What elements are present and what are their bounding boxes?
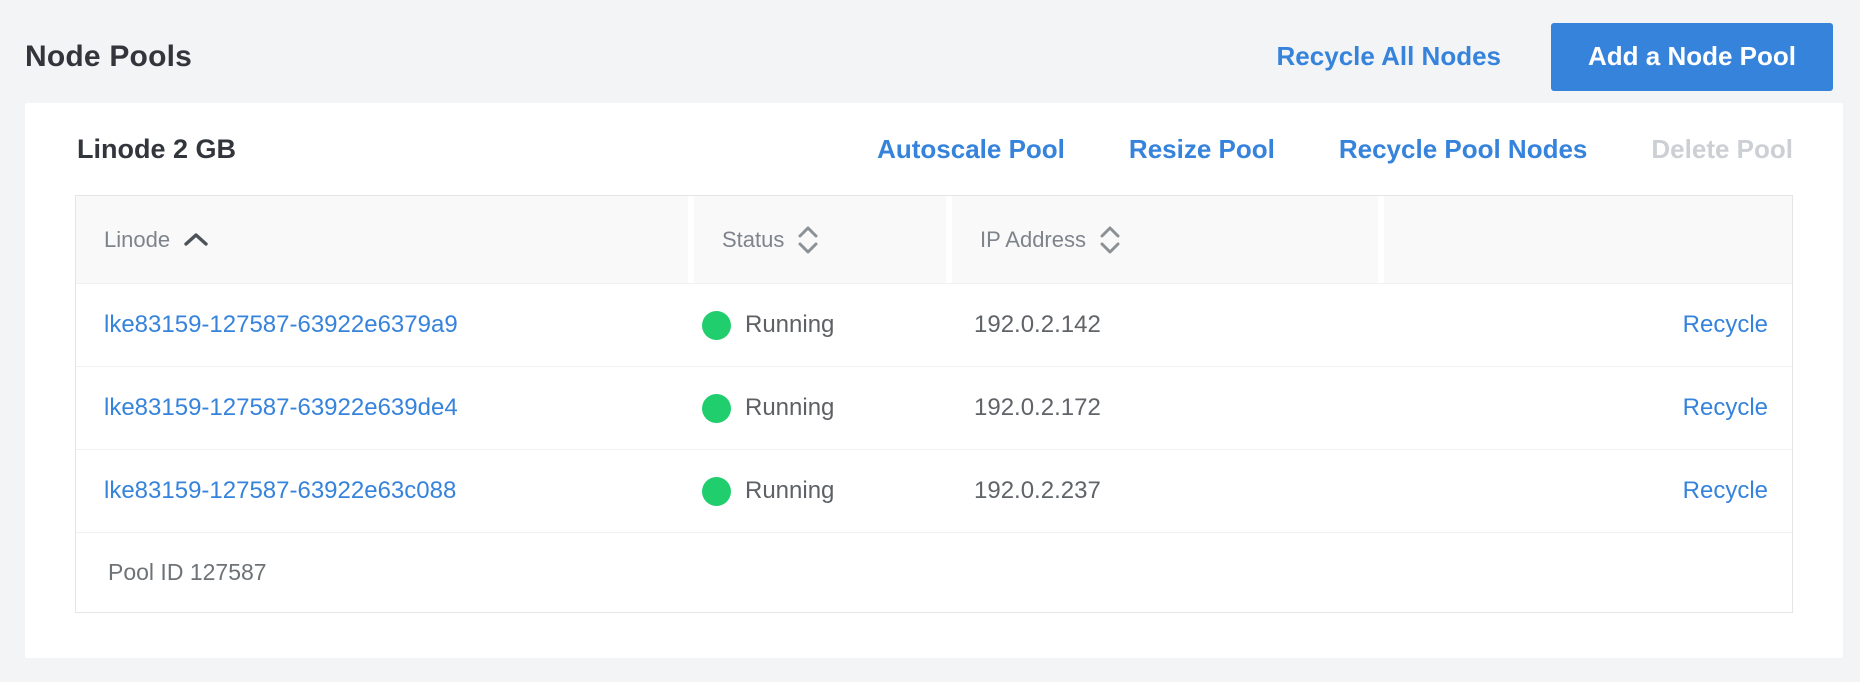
resize-pool-button[interactable]: Resize Pool bbox=[1129, 134, 1275, 165]
recycle-node-button[interactable]: Recycle bbox=[1683, 311, 1768, 339]
column-header-linode[interactable]: Linode bbox=[76, 196, 688, 283]
green-dot-icon bbox=[702, 477, 731, 506]
chevron-up-icon bbox=[183, 232, 209, 248]
delete-pool-button-disabled: Delete Pool bbox=[1651, 134, 1793, 165]
chevron-up-down-icon bbox=[797, 225, 819, 255]
recycle-all-nodes-button[interactable]: Recycle All Nodes bbox=[1277, 41, 1501, 72]
pool-card-header: Linode 2 GB Autoscale Pool Resize Pool R… bbox=[25, 103, 1843, 195]
column-header-ip-address[interactable]: IP Address bbox=[946, 196, 1378, 283]
pool-id-footer: Pool ID 127587 bbox=[76, 532, 1792, 612]
add-node-pool-button[interactable]: Add a Node Pool bbox=[1551, 23, 1833, 91]
recycle-node-button[interactable]: Recycle bbox=[1683, 394, 1768, 422]
green-dot-icon bbox=[702, 311, 731, 340]
table-row: lke83159-127587-63922e6379a9 Running 192… bbox=[76, 283, 1792, 366]
ip-address: 192.0.2.172 bbox=[974, 394, 1101, 422]
node-link[interactable]: lke83159-127587-63922e63c088 bbox=[104, 477, 456, 505]
table-row: lke83159-127587-63922e63c088 Running 192… bbox=[76, 449, 1792, 532]
pool-actions: Autoscale Pool Resize Pool Recycle Pool … bbox=[877, 134, 1793, 165]
node-pool-card: Linode 2 GB Autoscale Pool Resize Pool R… bbox=[25, 103, 1843, 658]
table-header-row: Linode Status IP Address bbox=[76, 196, 1792, 283]
autoscale-pool-button[interactable]: Autoscale Pool bbox=[877, 134, 1065, 165]
node-link[interactable]: lke83159-127587-63922e6379a9 bbox=[104, 311, 458, 339]
status-text: Running bbox=[745, 394, 834, 422]
pool-id-label: Pool ID 127587 bbox=[108, 559, 267, 586]
ip-address: 192.0.2.237 bbox=[974, 477, 1101, 505]
ip-address: 192.0.2.142 bbox=[974, 311, 1101, 339]
column-header-status[interactable]: Status bbox=[688, 196, 946, 283]
recycle-pool-nodes-button[interactable]: Recycle Pool Nodes bbox=[1339, 134, 1588, 165]
status-text: Running bbox=[745, 311, 834, 339]
table-row: lke83159-127587-63922e639de4 Running 192… bbox=[76, 366, 1792, 449]
topbar: Node Pools Recycle All Nodes Add a Node … bbox=[0, 0, 1860, 103]
pool-title: Linode 2 GB bbox=[77, 134, 236, 165]
chevron-up-down-icon bbox=[1099, 225, 1121, 255]
page-title: Node Pools bbox=[25, 40, 192, 74]
green-dot-icon bbox=[702, 394, 731, 423]
nodes-table: Linode Status IP Address bbox=[75, 195, 1793, 613]
column-header-actions bbox=[1378, 196, 1792, 283]
topbar-actions: Recycle All Nodes Add a Node Pool bbox=[1277, 23, 1833, 91]
recycle-node-button[interactable]: Recycle bbox=[1683, 477, 1768, 505]
status-text: Running bbox=[745, 477, 834, 505]
node-link[interactable]: lke83159-127587-63922e639de4 bbox=[104, 394, 458, 422]
